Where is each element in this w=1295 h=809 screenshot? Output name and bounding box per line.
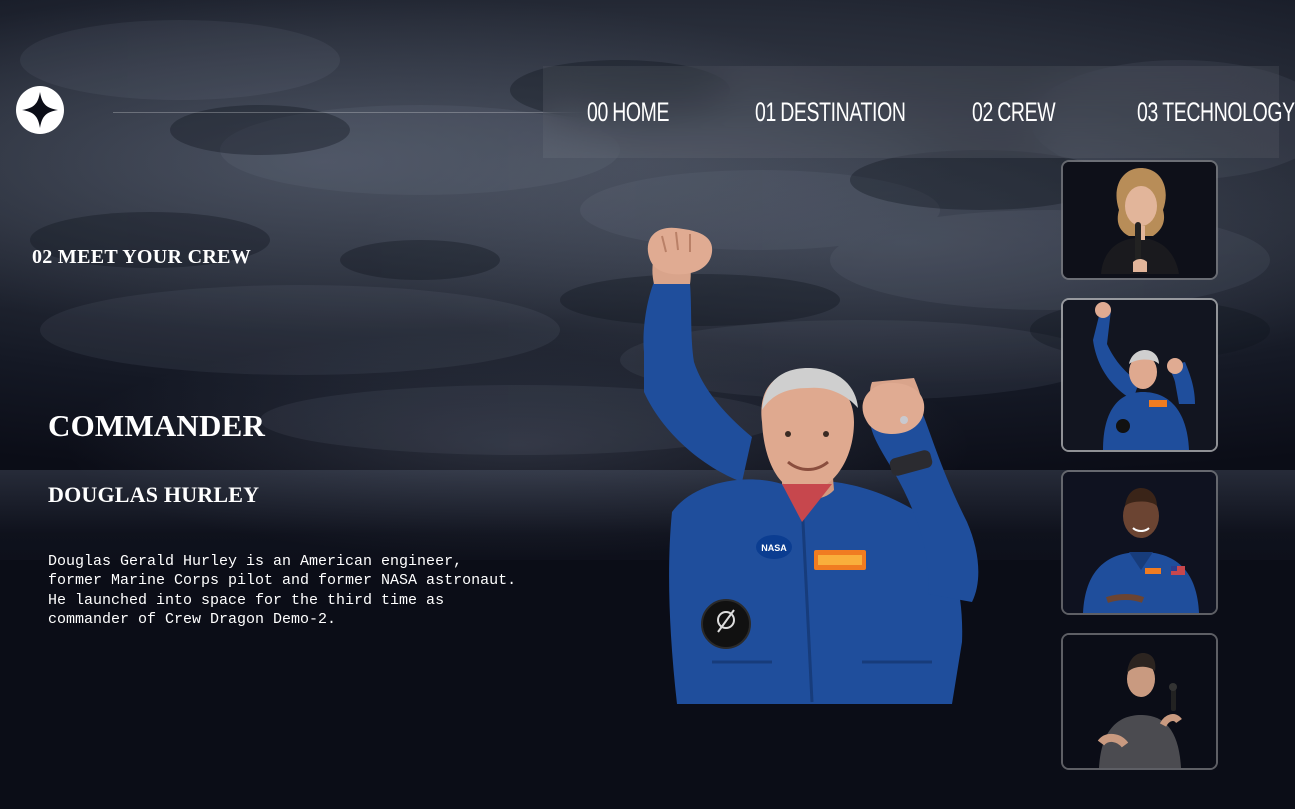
nav-item-label: HOME xyxy=(612,97,670,127)
crew-thumbnail-2[interactable] xyxy=(1061,298,1218,452)
nav-item-number: 00 xyxy=(587,97,608,127)
nav-item-label: DESTINATION xyxy=(780,97,906,127)
header-divider xyxy=(113,112,583,113)
crew-thumbnail-3[interactable] xyxy=(1061,470,1218,615)
crew-thumbnail-1[interactable] xyxy=(1061,160,1218,280)
nav-item-number: 01 xyxy=(755,97,776,127)
nav-item-number: 03 xyxy=(1137,97,1158,127)
crew-photo-speaker-man-icon xyxy=(1063,635,1216,768)
crew-name: DOUGLAS HURLEY xyxy=(48,482,260,507)
nav-item-technology[interactable]: 03 TECHNOLOGY xyxy=(1137,96,1295,128)
logo-star-icon[interactable] xyxy=(16,86,64,134)
crew-photo-astronaut-blue-suit-icon xyxy=(1063,472,1216,613)
crew-thumbnail-4[interactable] xyxy=(1061,633,1218,770)
nav-item-destination[interactable]: 01 DESTINATION xyxy=(755,96,906,128)
crew-bio: Douglas Gerald Hurley is an American eng… xyxy=(48,553,517,628)
page-eyebrow-title: 02 MEET YOUR CREW xyxy=(32,246,252,268)
crew-hero-image: NASA xyxy=(643,227,979,704)
nav-item-label: CREW xyxy=(997,97,1056,127)
main-navigation: 00 HOME 01 DESTINATION 02 CREW 03 TECHNOLOGY xyxy=(543,66,1295,158)
svg-text:NASA: NASA xyxy=(761,543,787,553)
nav-item-label: TECHNOLOGY xyxy=(1162,97,1295,127)
nav-item-crew[interactable]: 02 CREW xyxy=(972,96,1056,128)
crew-photo-douglas-hurley-icon xyxy=(1063,300,1216,450)
nav-item-home[interactable]: 00 HOME xyxy=(587,96,669,128)
crew-role: COMMANDER xyxy=(48,408,266,443)
nav-item-number: 02 xyxy=(972,97,993,127)
crew-photo-speaker-woman-icon xyxy=(1063,162,1216,278)
